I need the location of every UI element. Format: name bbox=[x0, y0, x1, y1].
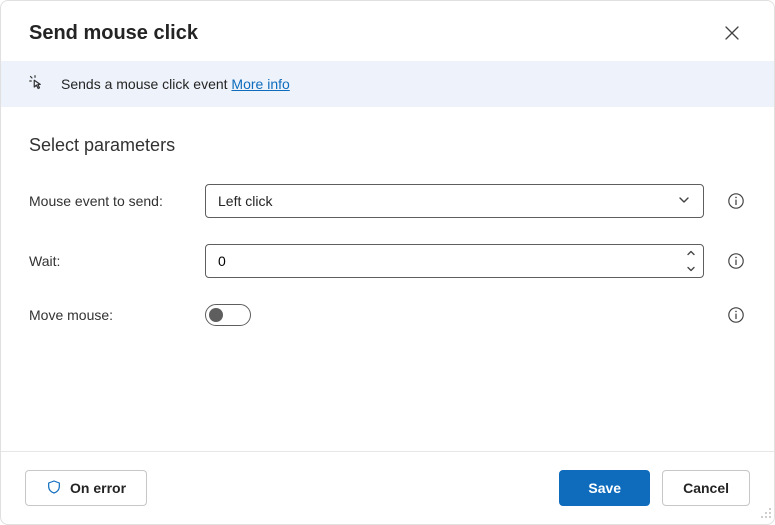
banner-text: Sends a mouse click event More info bbox=[61, 76, 290, 92]
mouse-event-select[interactable]: Left click bbox=[205, 184, 704, 218]
info-icon-mouse-event[interactable] bbox=[726, 191, 746, 211]
banner-description: Sends a mouse click event bbox=[61, 76, 231, 92]
mouse-event-value: Left click bbox=[218, 193, 677, 209]
dialog-header: Send mouse click bbox=[1, 1, 774, 61]
param-row-wait: Wait: bbox=[29, 244, 746, 278]
cancel-button[interactable]: Cancel bbox=[662, 470, 750, 506]
section-title: Select parameters bbox=[29, 135, 746, 156]
more-info-link[interactable]: More info bbox=[231, 76, 289, 92]
wait-spinners bbox=[677, 245, 703, 277]
param-row-mouse-event: Mouse event to send: Left click bbox=[29, 184, 746, 218]
chevron-up-icon bbox=[686, 249, 696, 257]
wait-step-down[interactable] bbox=[678, 261, 703, 277]
on-error-button[interactable]: On error bbox=[25, 470, 147, 506]
move-mouse-cell bbox=[205, 304, 704, 326]
wait-input-box bbox=[205, 244, 704, 278]
dialog-footer: On error Save Cancel bbox=[1, 451, 774, 524]
wait-step-up[interactable] bbox=[678, 245, 703, 261]
label-mouse-event: Mouse event to send: bbox=[29, 193, 199, 209]
chevron-down-icon bbox=[686, 265, 696, 273]
chevron-down-icon bbox=[677, 193, 691, 210]
dialog: Send mouse click Sends a mouse click eve… bbox=[0, 0, 775, 525]
label-wait: Wait: bbox=[29, 253, 199, 269]
label-move-mouse: Move mouse: bbox=[29, 307, 199, 323]
close-icon bbox=[725, 26, 739, 40]
wait-input[interactable] bbox=[218, 245, 677, 277]
param-row-move-mouse: Move mouse: bbox=[29, 304, 746, 326]
dialog-content: Select parameters Mouse event to send: L… bbox=[1, 107, 774, 451]
info-banner: Sends a mouse click event More info bbox=[1, 61, 774, 107]
shield-icon bbox=[46, 479, 62, 498]
info-icon-move-mouse[interactable] bbox=[726, 305, 746, 325]
save-button[interactable]: Save bbox=[559, 470, 650, 506]
move-mouse-toggle[interactable] bbox=[205, 304, 251, 326]
close-button[interactable] bbox=[718, 19, 746, 47]
mouse-click-icon bbox=[29, 75, 47, 93]
info-icon-wait[interactable] bbox=[726, 251, 746, 271]
dialog-title: Send mouse click bbox=[29, 22, 198, 45]
on-error-label: On error bbox=[70, 480, 126, 496]
toggle-knob bbox=[209, 308, 223, 322]
